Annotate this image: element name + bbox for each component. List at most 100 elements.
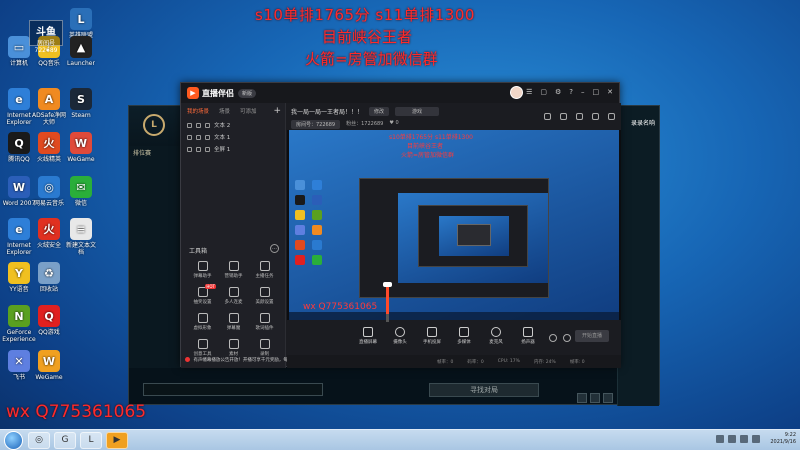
tool-label: 营销助手 <box>224 274 243 279</box>
scene-item[interactable]: 文本 2 <box>181 119 285 131</box>
shop-icon[interactable] <box>560 113 567 120</box>
status-frames: 帧率: 0 <box>569 359 585 365</box>
music-icon[interactable]: ◎ 网易云音乐 <box>32 176 66 207</box>
app-version-badge[interactable]: 新版 <box>238 88 257 98</box>
tab-addable[interactable]: 可添加 <box>240 107 257 115</box>
tool-item[interactable]: 美颜设置 <box>249 287 280 305</box>
ie-icon[interactable]: e Internet Explorer <box>2 88 36 126</box>
share-icon[interactable] <box>608 113 615 120</box>
launcher-icon[interactable]: ▲ Launcher <box>64 36 98 67</box>
tray-icon-1[interactable] <box>716 435 724 443</box>
ie-icon[interactable]: e Internet Explorer <box>2 218 36 256</box>
feishu-icon[interactable]: ✕ 飞书 <box>2 350 36 381</box>
scene-item[interactable]: 文本 1 <box>181 131 285 143</box>
game-chat-input[interactable] <box>143 383 323 396</box>
lol-logo-icon: L <box>143 114 165 136</box>
start-live-button[interactable]: 开始直播 <box>575 330 609 342</box>
edit-title-button[interactable]: 修改 <box>369 107 390 116</box>
eye-icon[interactable] <box>187 122 192 128</box>
qq-icon-glyph: Q <box>8 132 30 154</box>
start-button[interactable] <box>4 431 23 450</box>
badge-label: 房间号 <box>36 40 55 47</box>
help-icon[interactable]: ? <box>569 88 573 96</box>
phone-cast-button[interactable]: 手机投屏 <box>417 323 447 353</box>
chat-icon[interactable]: ▢ <box>540 88 547 96</box>
camera-button[interactable]: 摄像头 <box>385 323 415 353</box>
clock[interactable]: 9:22 2021/9/16 <box>770 432 796 446</box>
game-find-match-button[interactable]: 寻找对局 <box>429 383 539 397</box>
minimize-icon[interactable]: – <box>581 88 585 96</box>
eye-icon[interactable] <box>187 134 192 140</box>
adsafe-icon[interactable]: A ADSafe净网大师 <box>32 88 66 126</box>
record-icon[interactable] <box>549 334 557 342</box>
tool-item[interactable]: 抽奖设置 HOT <box>187 284 218 305</box>
tray-icon-3[interactable] <box>740 435 748 443</box>
yy-icon[interactable]: Y YY语音 <box>2 262 36 293</box>
tab-scenes[interactable]: 场景 <box>219 107 230 115</box>
preview-overlay-line3: 火箭=房管加微信群 <box>401 152 455 159</box>
game-icon-3[interactable] <box>603 393 613 403</box>
gift-icon[interactable] <box>544 113 551 120</box>
lock-icon[interactable] <box>196 122 201 128</box>
tray-icon-2[interactable] <box>728 435 736 443</box>
qqgame-icon[interactable]: Q QQ游戏 <box>32 305 66 336</box>
game-icon[interactable]: 火火线精英 <box>32 132 66 163</box>
overlay-status-text: 目前峡谷王者 <box>322 28 413 46</box>
streaming-app-window[interactable]: ▶ 直播伴侣 新版 ☰ ▢ ⚙ ? – □ ✕ 我的场景 场景 可添加 + 文本… <box>180 82 621 368</box>
message-icon[interactable] <box>592 113 599 120</box>
wegame-icon[interactable]: W WeGame <box>64 132 98 163</box>
bell-icon[interactable] <box>576 113 583 120</box>
add-scene-button[interactable]: + <box>273 106 281 116</box>
steam-icon[interactable]: S Steam <box>64 88 98 119</box>
avatar[interactable] <box>510 86 523 99</box>
taskbar-app-qq[interactable]: ◎ <box>28 432 50 449</box>
desktop-icon-label: Internet Explorer <box>6 112 32 126</box>
security-icon[interactable]: 火火绒安全 <box>32 218 66 249</box>
lock-icon[interactable] <box>196 134 201 140</box>
more-tools-icon[interactable]: … <box>270 244 279 253</box>
tool-item[interactable]: 素材 <box>218 339 249 357</box>
tool-item[interactable]: 虚拟形象 <box>187 313 218 331</box>
tool-item[interactable]: 创意工具 <box>187 339 218 357</box>
volume-slider-handle[interactable] <box>383 282 392 287</box>
game-icon-2[interactable] <box>590 393 600 403</box>
tray-icon-4[interactable] <box>752 435 760 443</box>
status-cpu: CPU: 17% <box>497 359 520 364</box>
category-select[interactable]: 游戏 <box>395 107 440 116</box>
eye-icon[interactable] <box>187 146 192 152</box>
scene-item[interactable]: 全屏 1 <box>181 143 285 155</box>
lol-icon[interactable]: L英雄联盟 <box>64 8 98 39</box>
tool-item[interactable]: 营销助手 <box>218 261 249 279</box>
tool-item[interactable]: 主播任务 <box>249 261 280 279</box>
game-icon-1[interactable] <box>577 393 587 403</box>
tool-item[interactable]: 弹幕魔 <box>218 313 249 331</box>
microphone-button[interactable]: 麦克风 <box>481 323 511 353</box>
game-tab-ranked[interactable]: 排位赛 <box>133 148 151 157</box>
nvidia-icon[interactable]: N GeForce Experience <box>2 305 36 343</box>
live-preview[interactable]: s10单排1765分 s11单排1300 目前峡谷王者 火箭=房管加微信群 wx… <box>287 130 621 320</box>
recycle-bin-icon[interactable]: ♻ 回收站 <box>32 262 66 293</box>
maximize-icon[interactable]: □ <box>593 88 600 96</box>
tool-item[interactable]: 多人连麦 <box>218 287 249 305</box>
tool-item[interactable]: 歌词插件 <box>249 313 280 331</box>
close-icon[interactable]: ✕ <box>607 88 613 96</box>
lock-icon[interactable] <box>196 146 201 152</box>
taskbar-app-lol[interactable]: L <box>80 432 102 449</box>
eye-preview-icon[interactable] <box>563 334 571 342</box>
speaker-button[interactable]: 扬声器 <box>513 323 543 353</box>
tab-my-scenes[interactable]: 我的场景 <box>187 107 209 115</box>
taskbar-app-1[interactable]: G <box>54 432 76 449</box>
wechat-icon[interactable]: ✉ 微信 <box>64 176 98 207</box>
word-icon[interactable]: W Word 2007 <box>2 176 36 207</box>
taskbar-app-stream[interactable]: ▶ <box>106 432 128 449</box>
qq-icon[interactable]: Q 腾讯QQ <box>2 132 36 163</box>
tool-item[interactable]: 录制 <box>249 339 280 357</box>
menu-icon[interactable]: ☰ <box>526 88 532 96</box>
media-button[interactable]: 多媒体 <box>449 323 479 353</box>
wegame-icon[interactable]: W WeGame <box>32 350 66 381</box>
settings-icon[interactable]: ⚙ <box>555 88 561 96</box>
textfile-icon[interactable]: ≡ 新建文本文档 <box>64 218 98 256</box>
screen-capture-button[interactable]: 直播屏幕 <box>353 323 383 353</box>
overlay-contact-text: wx Q775361065 <box>6 402 147 422</box>
tool-item[interactable]: 弹幕助手 <box>187 261 218 279</box>
